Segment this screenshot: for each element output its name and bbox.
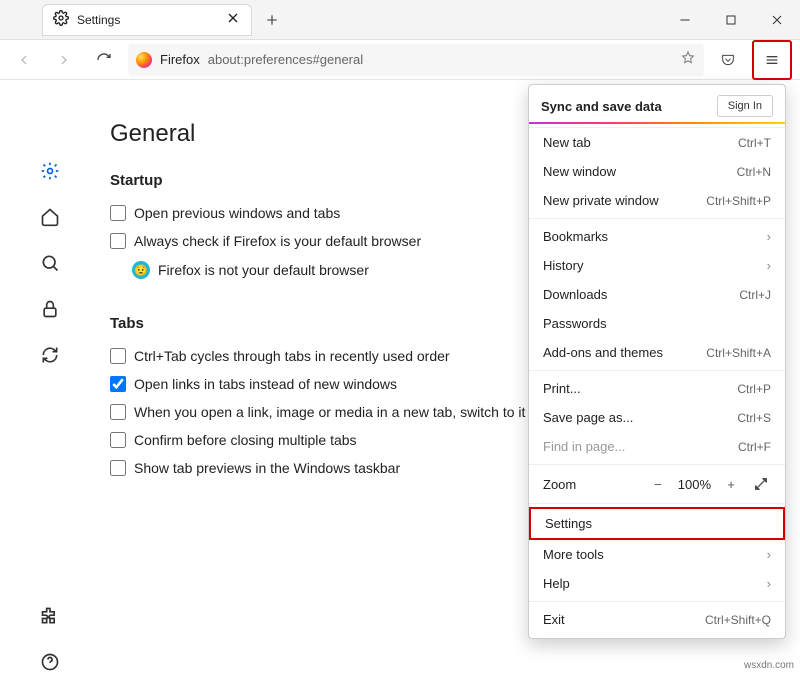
menu-exit[interactable]: ExitCtrl+Shift+Q bbox=[529, 605, 785, 634]
nav-home-icon[interactable] bbox=[39, 206, 61, 228]
back-button[interactable] bbox=[8, 44, 40, 76]
chevron-right-icon: › bbox=[767, 576, 771, 591]
nav-search-icon[interactable] bbox=[39, 252, 61, 274]
menu-help[interactable]: Help› bbox=[529, 569, 785, 598]
window-controls bbox=[662, 0, 800, 40]
browser-tab[interactable]: Settings bbox=[42, 4, 252, 36]
chevron-right-icon: › bbox=[767, 258, 771, 273]
sign-in-button[interactable]: Sign In bbox=[717, 95, 773, 117]
menu-sync-header: Sync and save data Sign In bbox=[529, 85, 785, 128]
menu-save-as[interactable]: Save page as...Ctrl+S bbox=[529, 403, 785, 432]
menu-zoom: Zoom − 100% + bbox=[529, 468, 785, 500]
app-menu-highlight bbox=[752, 40, 792, 80]
url-path: about:preferences#general bbox=[208, 52, 363, 67]
chevron-right-icon: › bbox=[767, 547, 771, 562]
zoom-in-button[interactable]: + bbox=[721, 474, 741, 494]
menu-print[interactable]: Print...Ctrl+P bbox=[529, 374, 785, 403]
firefox-logo-icon bbox=[136, 52, 152, 68]
minimize-button[interactable] bbox=[662, 0, 708, 40]
nav-extensions-icon[interactable] bbox=[39, 605, 61, 627]
sad-face-icon: 😟 bbox=[132, 261, 150, 279]
menu-passwords[interactable]: Passwords bbox=[529, 309, 785, 338]
always-check-checkbox[interactable] bbox=[110, 233, 126, 249]
zoom-value: 100% bbox=[678, 477, 711, 492]
maximize-button[interactable] bbox=[708, 0, 754, 40]
menu-settings[interactable]: Settings bbox=[529, 507, 785, 540]
menu-new-window[interactable]: New windowCtrl+N bbox=[529, 157, 785, 186]
menu-addons[interactable]: Add-ons and themesCtrl+Shift+A bbox=[529, 338, 785, 367]
close-tab-icon[interactable] bbox=[225, 10, 241, 29]
bookmark-star-icon[interactable] bbox=[680, 50, 696, 69]
chevron-right-icon: › bbox=[767, 229, 771, 244]
nav-help-icon[interactable] bbox=[39, 651, 61, 673]
forward-button[interactable] bbox=[48, 44, 80, 76]
tab-title: Settings bbox=[77, 13, 120, 27]
url-host: Firefox bbox=[160, 52, 200, 67]
nav-general-icon[interactable] bbox=[39, 160, 61, 182]
app-menu: Sync and save data Sign In New tabCtrl+T… bbox=[528, 84, 786, 639]
reload-button[interactable] bbox=[88, 44, 120, 76]
watermark: wsxdn.com bbox=[744, 660, 794, 671]
ctrl-tab-checkbox[interactable] bbox=[110, 348, 126, 364]
confirm-checkbox[interactable] bbox=[110, 432, 126, 448]
address-bar[interactable]: Firefox about:preferences#general bbox=[128, 44, 704, 76]
nav-sync-icon[interactable] bbox=[39, 344, 61, 366]
menu-bookmarks[interactable]: Bookmarks› bbox=[529, 222, 785, 251]
toolbar: Firefox about:preferences#general bbox=[0, 40, 800, 80]
previews-checkbox[interactable] bbox=[110, 460, 126, 476]
sidebar bbox=[0, 80, 100, 673]
titlebar: Settings bbox=[0, 0, 800, 40]
menu-more-tools[interactable]: More tools› bbox=[529, 540, 785, 569]
zoom-out-button[interactable]: − bbox=[648, 474, 668, 494]
nav-privacy-icon[interactable] bbox=[39, 298, 61, 320]
switch-checkbox[interactable] bbox=[110, 404, 126, 420]
menu-new-private[interactable]: New private windowCtrl+Shift+P bbox=[529, 186, 785, 215]
menu-downloads[interactable]: DownloadsCtrl+J bbox=[529, 280, 785, 309]
new-tab-button[interactable] bbox=[258, 6, 286, 34]
gear-icon bbox=[53, 10, 69, 29]
menu-history[interactable]: History› bbox=[529, 251, 785, 280]
menu-find[interactable]: Find in page...Ctrl+F bbox=[529, 432, 785, 461]
app-menu-button[interactable] bbox=[756, 44, 788, 76]
fullscreen-button[interactable] bbox=[751, 474, 771, 494]
open-previous-checkbox[interactable] bbox=[110, 205, 126, 221]
pocket-button[interactable] bbox=[712, 44, 744, 76]
close-window-button[interactable] bbox=[754, 0, 800, 40]
menu-new-tab[interactable]: New tabCtrl+T bbox=[529, 128, 785, 157]
open-links-checkbox[interactable] bbox=[110, 376, 126, 392]
